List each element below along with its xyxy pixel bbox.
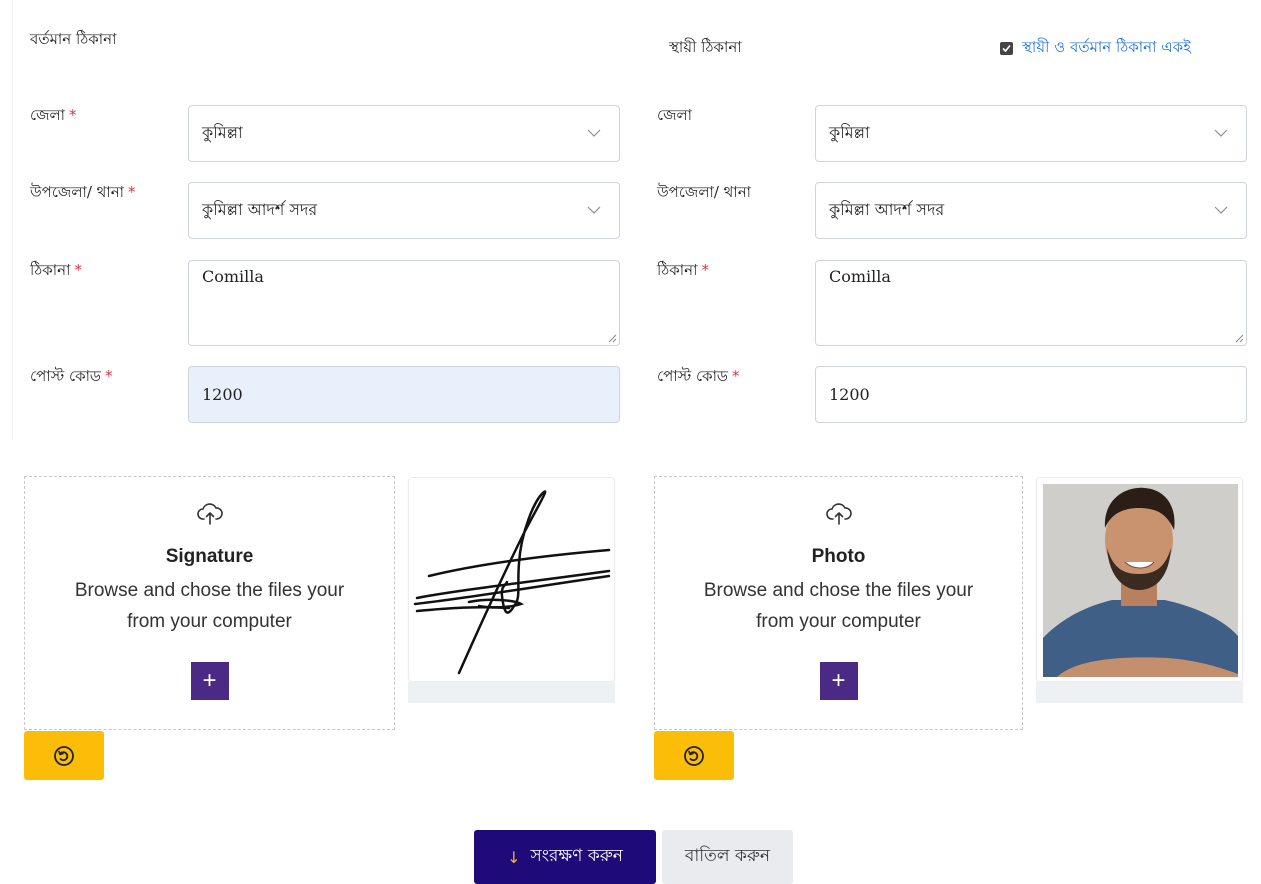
chevron-down-icon <box>1214 206 1228 214</box>
save-button-label: সংরক্ষণ করুন <box>530 846 623 866</box>
permanent-district-value: কুমিল্লা <box>829 123 870 142</box>
rotate-photo-button[interactable] <box>654 731 734 780</box>
signature-dropzone[interactable]: Signature Browse and chose the files you… <box>24 476 395 730</box>
present-postcode-label: পোস্ট কোড * <box>30 367 113 385</box>
permanent-district-select[interactable]: কুমিল্লা <box>815 105 1247 162</box>
cloud-upload-icon <box>196 503 223 525</box>
permanent-upazila-select[interactable]: কুমিল্লা আদর্শ সদর <box>815 182 1247 239</box>
rotate-icon <box>54 745 74 766</box>
signature-preview-footer <box>408 682 615 703</box>
photo-description: Browse and chose the files your from you… <box>703 580 974 632</box>
resize-grip-icon[interactable] <box>608 334 617 343</box>
present-upazila-select[interactable]: কুমিল্লা আদর্শ সদর <box>188 182 620 239</box>
present-district-value: কুমিল্লা <box>202 123 243 142</box>
present-address-label: ঠিকানা * <box>30 261 82 279</box>
add-signature-button[interactable]: + <box>190 662 229 700</box>
cloud-upload-icon <box>825 503 852 525</box>
signature-image <box>413 490 611 675</box>
permanent-postcode-label: পোস্ট কোড * <box>657 367 740 385</box>
permanent-postcode-input[interactable]: 1200 <box>815 366 1247 423</box>
cancel-button-label: বাতিল করুন <box>684 846 771 866</box>
permanent-address-value: Comilla <box>829 267 891 286</box>
present-district-select[interactable]: কুমিল্লা <box>188 105 620 162</box>
checkbox-checked-icon[interactable] <box>1000 42 1013 55</box>
cancel-button[interactable]: বাতিল করুন <box>662 830 793 884</box>
photo-title: Photo <box>811 546 866 567</box>
photo-preview-footer <box>1036 682 1243 703</box>
save-button[interactable]: ↓ সংরক্ষণ করুন <box>474 830 656 884</box>
resize-grip-icon[interactable] <box>1235 334 1244 343</box>
chevron-down-icon <box>587 206 601 214</box>
same-address-label[interactable]: স্থায়ী ও বর্তমান ঠিকানা একই <box>1022 36 1191 61</box>
present-postcode-value: 1200 <box>202 385 243 404</box>
permanent-address-textarea[interactable]: Comilla <box>815 260 1247 346</box>
present-address-value: Comilla <box>202 267 264 286</box>
photo-image <box>1037 478 1242 681</box>
rotate-signature-button[interactable] <box>24 731 104 780</box>
chevron-down-icon <box>587 129 601 137</box>
photo-preview <box>1036 477 1243 682</box>
permanent-address-label: ঠিকানা * <box>657 261 709 279</box>
chevron-down-icon <box>1214 129 1228 137</box>
present-district-label: জেলা * <box>30 106 77 124</box>
signature-description: Browse and chose the files your from you… <box>74 580 345 632</box>
permanent-district-label: জেলা <box>657 106 693 124</box>
present-upazila-value: কুমিল্লা আদর্শ সদর <box>202 200 318 219</box>
present-address-title: বর্তমান ঠিকানা <box>30 30 117 48</box>
signature-preview <box>408 477 615 682</box>
arrow-down-icon: ↓ <box>507 847 521 867</box>
permanent-upazila-value: কুমিল্লা আদর্শ সদর <box>829 200 945 219</box>
same-address-checkbox[interactable]: স্থায়ী ও বর্তমান ঠিকানা একই <box>1000 36 1191 61</box>
permanent-postcode-value: 1200 <box>829 385 870 404</box>
signature-title: Signature <box>165 546 254 567</box>
present-postcode-input[interactable]: 1200 <box>188 366 620 423</box>
permanent-upazila-label: উপজেলা/ থানা <box>657 183 752 201</box>
permanent-address-title: স্থায়ী ঠিকানা <box>669 38 742 56</box>
present-address-textarea[interactable]: Comilla <box>188 260 620 346</box>
add-photo-button[interactable]: + <box>819 662 858 700</box>
rotate-icon <box>684 745 704 766</box>
present-upazila-label: উপজেলা/ থানা * <box>30 183 136 201</box>
photo-dropzone[interactable]: Photo Browse and chose the files your fr… <box>654 476 1023 730</box>
